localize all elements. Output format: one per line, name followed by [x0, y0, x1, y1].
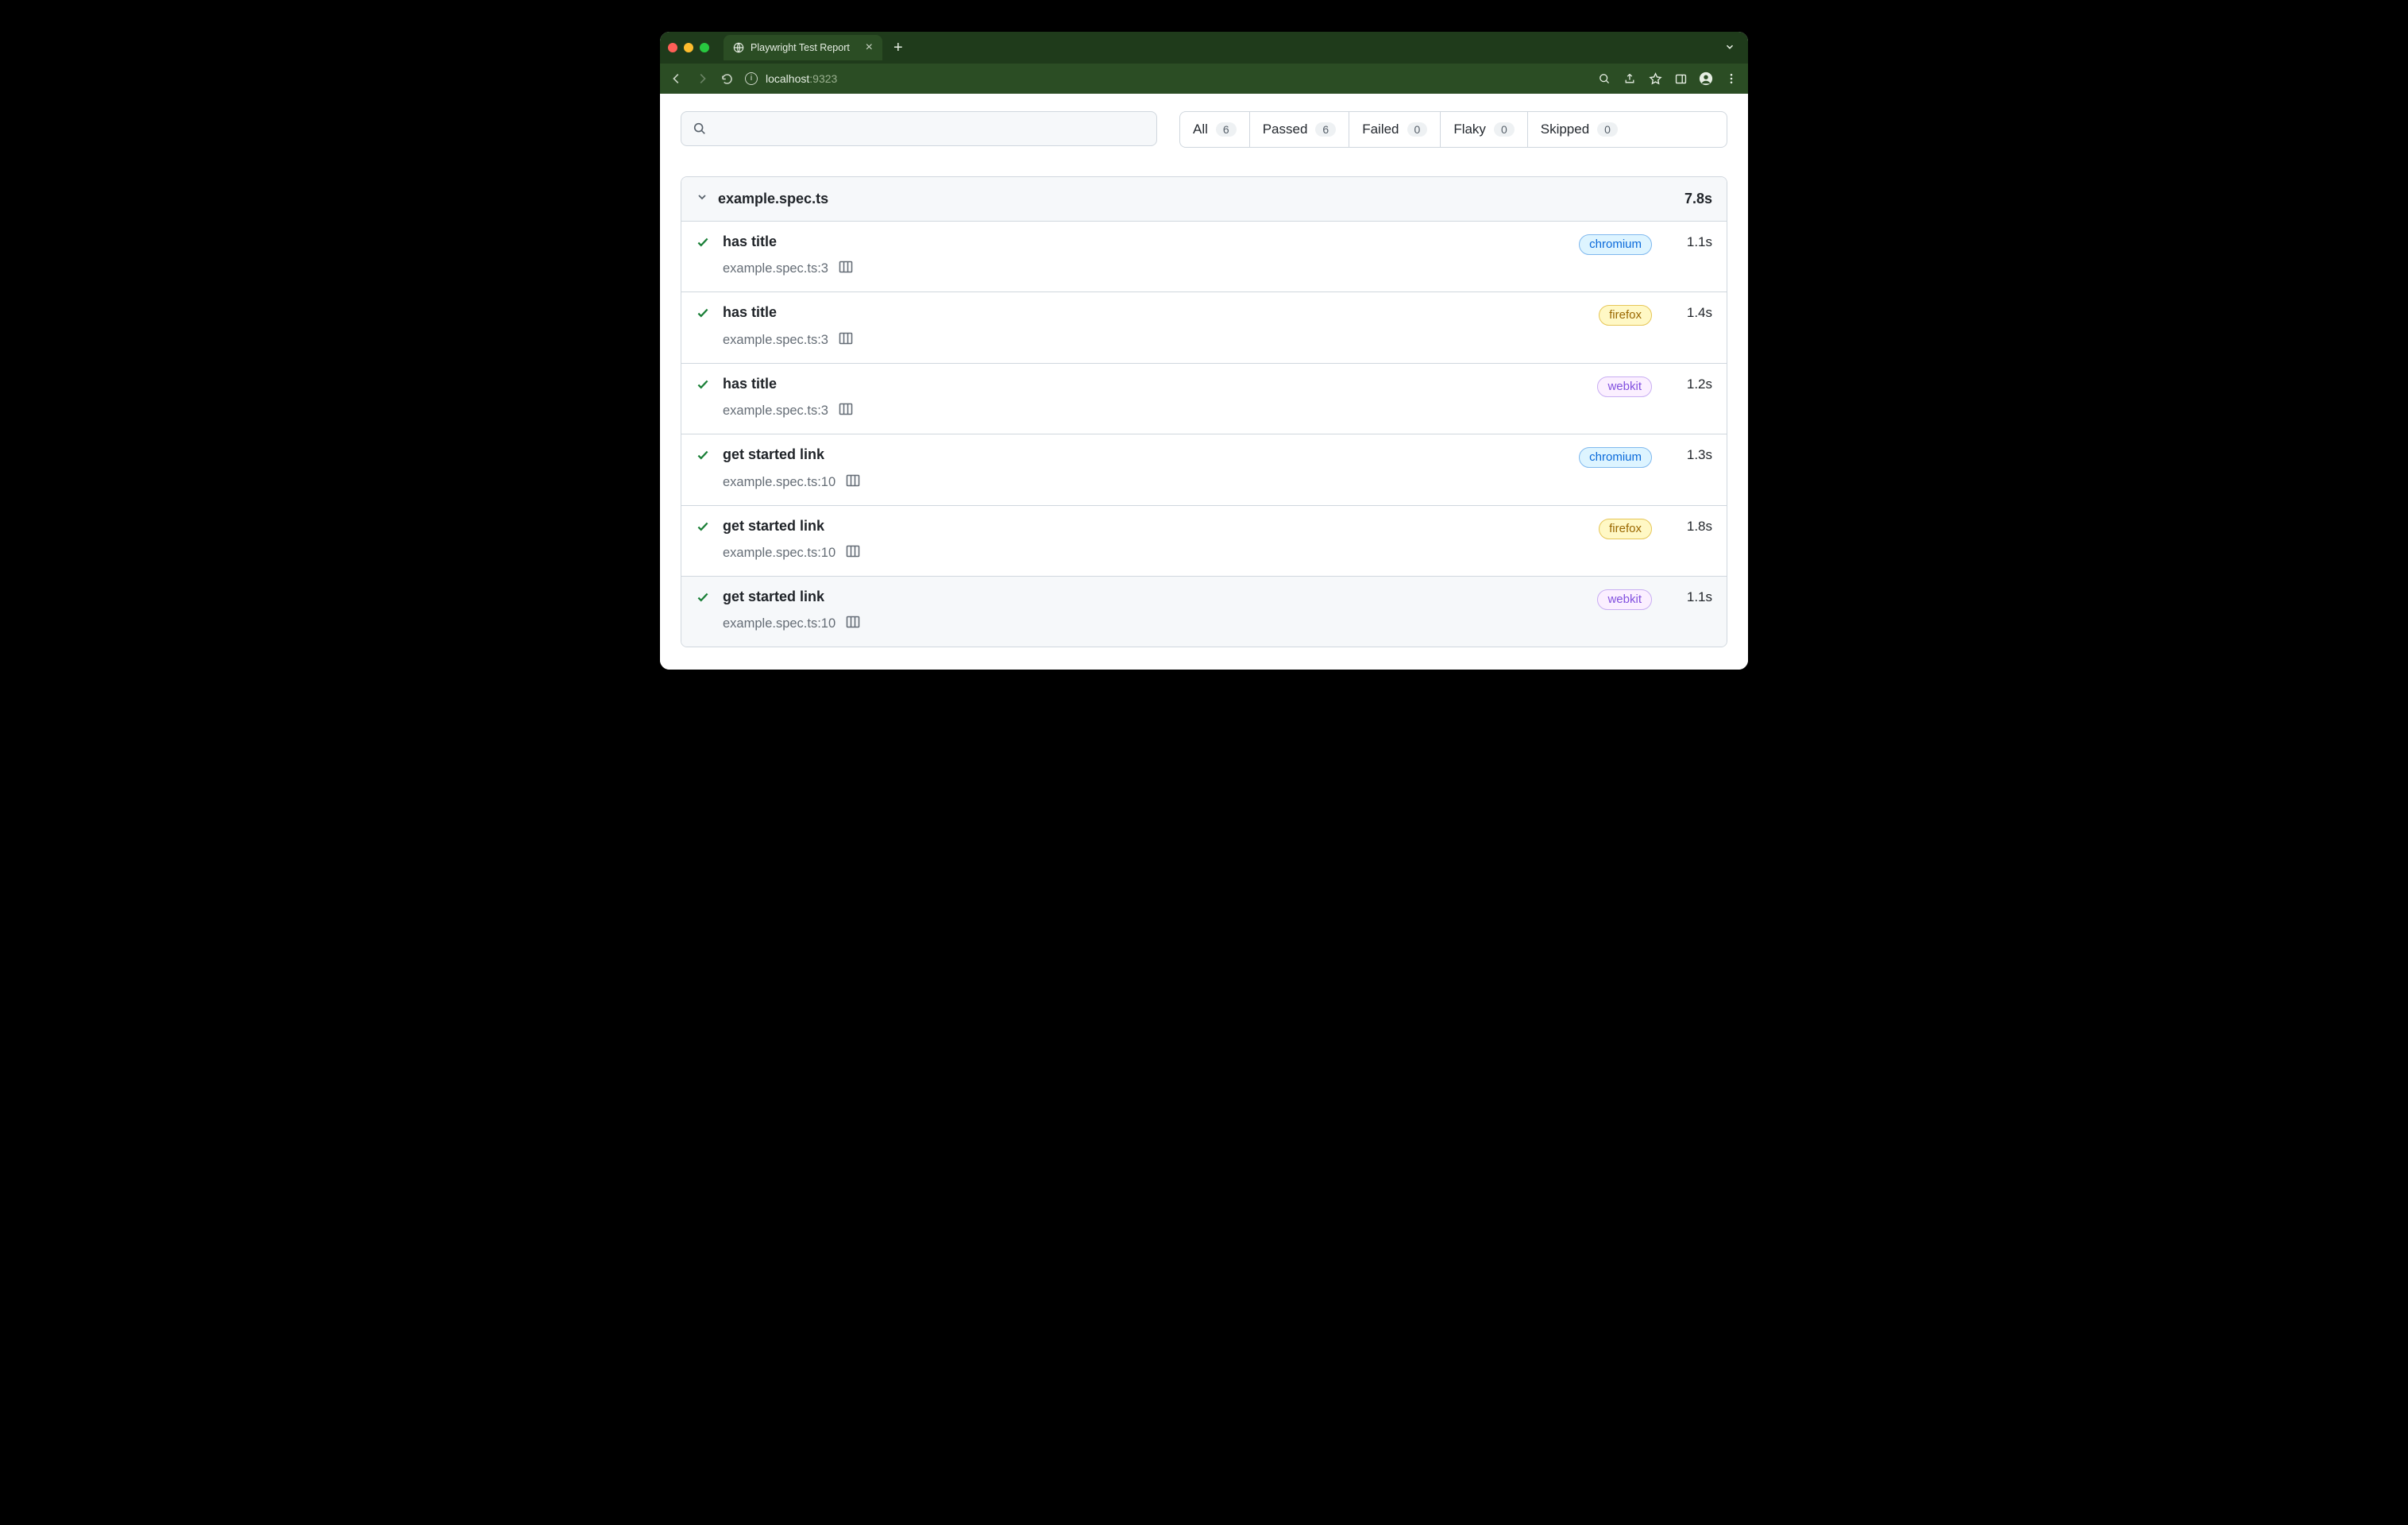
trace-icon[interactable]	[845, 543, 861, 563]
test-row[interactable]: get started link example.spec.ts:10 chromi…	[681, 434, 1727, 505]
filter-label: All	[1193, 122, 1208, 137]
filter-all[interactable]: All 6	[1180, 112, 1250, 147]
test-duration: 1.8s	[1657, 517, 1712, 535]
filter-label: Failed	[1362, 122, 1399, 137]
browser-toolbar: i localhost:9323	[660, 64, 1748, 94]
site-info-icon[interactable]: i	[745, 72, 758, 85]
browser-window: Playwright Test Report × +	[660, 32, 1748, 670]
tab-overflow-button[interactable]	[1719, 41, 1740, 55]
check-icon	[696, 375, 718, 396]
filter-bar: All 6 Passed 6 Failed 0 Flaky 0	[1179, 111, 1727, 148]
trace-icon[interactable]	[838, 330, 854, 350]
filter-count: 6	[1216, 122, 1237, 137]
trace-icon[interactable]	[845, 614, 861, 634]
file-header[interactable]: example.spec.ts 7.8s	[681, 177, 1727, 222]
check-icon	[696, 233, 718, 253]
share-icon[interactable]	[1623, 71, 1637, 86]
filter-skipped[interactable]: Skipped 0	[1528, 112, 1630, 147]
browser-tab-strip: Playwright Test Report × +	[660, 32, 1748, 64]
window-zoom-button[interactable]	[700, 43, 709, 52]
back-button[interactable]	[670, 71, 684, 86]
filter-count: 6	[1315, 122, 1336, 137]
test-row[interactable]: has title example.spec.ts:3 firefox 1.4s	[681, 292, 1727, 363]
side-panel-icon[interactable]	[1673, 71, 1688, 86]
test-title: has title	[723, 303, 1594, 322]
test-duration: 1.2s	[1657, 375, 1712, 392]
test-location: example.spec.ts:10	[723, 475, 835, 490]
url-host: localhost	[766, 72, 809, 85]
filter-count: 0	[1597, 122, 1618, 137]
test-title: get started link	[723, 588, 1592, 606]
url-port: :9323	[809, 72, 837, 85]
test-title: get started link	[723, 446, 1574, 464]
file-duration: 7.8s	[1684, 191, 1712, 207]
trace-icon[interactable]	[838, 401, 854, 421]
check-icon	[696, 588, 718, 608]
test-title: has title	[723, 233, 1574, 251]
zoom-icon[interactable]	[1597, 71, 1611, 86]
window-minimize-button[interactable]	[684, 43, 693, 52]
check-icon	[696, 446, 718, 466]
window-close-button[interactable]	[668, 43, 677, 52]
test-row[interactable]: has title example.spec.ts:3 webkit 1.2s	[681, 364, 1727, 434]
filter-failed[interactable]: Failed 0	[1349, 112, 1441, 147]
test-location: example.spec.ts:3	[723, 261, 828, 276]
browser-badge: chromium	[1579, 234, 1652, 255]
file-name: example.spec.ts	[718, 191, 828, 207]
address-bar[interactable]: i localhost:9323	[745, 72, 837, 85]
test-duration: 1.4s	[1657, 303, 1712, 321]
filter-label: Skipped	[1541, 122, 1589, 137]
kebab-menu-icon[interactable]	[1724, 71, 1738, 86]
trace-icon[interactable]	[838, 259, 854, 279]
tab-title: Playwright Test Report	[751, 42, 850, 53]
reload-button[interactable]	[720, 72, 734, 86]
test-location: example.spec.ts:3	[723, 403, 828, 419]
new-tab-button[interactable]: +	[889, 40, 908, 56]
test-row[interactable]: get started link example.spec.ts:10 firefo…	[681, 506, 1727, 577]
browser-badge: webkit	[1597, 589, 1652, 610]
test-title: has title	[723, 375, 1592, 393]
search-input[interactable]	[681, 111, 1157, 146]
test-duration: 1.3s	[1657, 446, 1712, 463]
browser-badge: firefox	[1599, 305, 1652, 326]
test-title: get started link	[723, 517, 1594, 535]
filter-label: Passed	[1263, 122, 1308, 137]
browser-badge: webkit	[1597, 376, 1652, 397]
trace-icon[interactable]	[845, 473, 861, 492]
check-icon	[696, 303, 718, 324]
search-icon	[693, 122, 707, 136]
report-page: All 6 Passed 6 Failed 0 Flaky 0	[660, 94, 1748, 670]
browser-badge: firefox	[1599, 519, 1652, 539]
window-controls	[668, 43, 709, 52]
filter-label: Flaky	[1453, 122, 1486, 137]
globe-icon	[733, 42, 744, 53]
test-row[interactable]: get started link example.spec.ts:10 webkit…	[681, 577, 1727, 647]
test-location: example.spec.ts:10	[723, 546, 835, 561]
filter-count: 0	[1407, 122, 1428, 137]
test-location: example.spec.ts:3	[723, 333, 828, 348]
profile-icon[interactable]	[1699, 71, 1713, 86]
filter-count: 0	[1494, 122, 1515, 137]
forward-button[interactable]	[695, 71, 709, 86]
filter-flaky[interactable]: Flaky 0	[1441, 112, 1527, 147]
chevron-down-icon	[696, 191, 708, 207]
browser-tab[interactable]: Playwright Test Report ×	[724, 35, 882, 60]
test-row[interactable]: has title example.spec.ts:3 chromium 1.1s	[681, 222, 1727, 292]
test-duration: 1.1s	[1657, 233, 1712, 250]
check-icon	[696, 517, 718, 538]
test-file-section: example.spec.ts 7.8s has title example.sp…	[681, 176, 1727, 647]
close-icon[interactable]: ×	[866, 41, 873, 54]
browser-badge: chromium	[1579, 447, 1652, 468]
test-location: example.spec.ts:10	[723, 616, 835, 631]
filter-passed[interactable]: Passed 6	[1250, 112, 1350, 147]
test-duration: 1.1s	[1657, 588, 1712, 605]
bookmark-icon[interactable]	[1648, 71, 1662, 86]
